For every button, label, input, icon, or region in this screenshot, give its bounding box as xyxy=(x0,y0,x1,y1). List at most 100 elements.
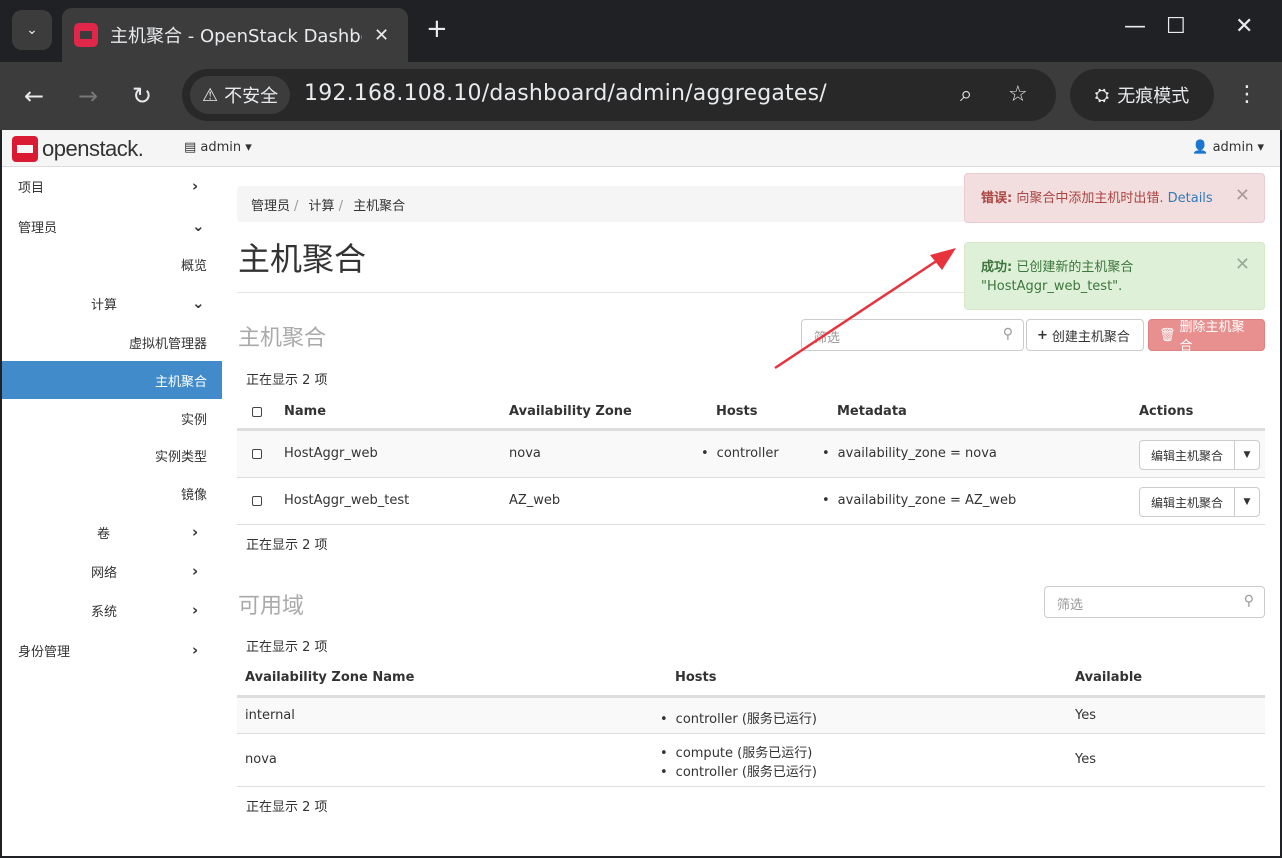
url-text[interactable]: 192.168.108.10/dashboard/admin/aggregate… xyxy=(304,81,827,106)
sidebar: 项目 › 管理员 ⌄ 概览 计算 ⌄ 虚拟机管理器 主机聚合 实例 实例类型 镜像 卷… xyxy=(2,167,222,856)
chevron-right-icon: › xyxy=(192,641,199,659)
row-checkbox[interactable] xyxy=(252,449,262,459)
aggregate-name[interactable]: HostAggr_web xyxy=(284,446,378,461)
caret-down-icon[interactable]: ▼ xyxy=(1235,488,1259,516)
close-tab-icon[interactable]: ✕ xyxy=(374,25,389,46)
table-row: HostAggr_web_test AZ_web availability_zo… xyxy=(237,477,1265,524)
breadcrumb-item[interactable]: 计算 xyxy=(309,199,335,214)
browser-menu-icon[interactable]: ⋮ xyxy=(1236,82,1258,107)
close-alert-icon[interactable]: ✕ xyxy=(1235,255,1250,274)
browser-tab-bar: ⌄ 主机聚合 - OpenStack Dashboard ✕ + — ☐ ✕ xyxy=(0,0,1282,62)
sidebar-item-label: 卷 xyxy=(97,526,111,542)
sidebar-item-label: 项目 xyxy=(18,180,45,196)
sidebar-item-instances[interactable]: 实例 xyxy=(2,399,222,437)
incognito-indicator[interactable]: ⛭ 无痕模式 xyxy=(1070,69,1214,121)
zone-available: Yes xyxy=(1075,708,1096,723)
table-bottom-divider xyxy=(237,524,1265,525)
section-heading-aggregates: 主机聚合 xyxy=(238,326,327,351)
sidebar-item-system[interactable]: 系统 › xyxy=(2,591,222,629)
address-bar[interactable]: ⚠ 不安全 192.168.108.10/dashboard/admin/agg… xyxy=(182,69,1056,121)
create-aggregate-label: 创建主机聚合 xyxy=(1051,329,1130,345)
column-header-zone-name: Availability Zone Name xyxy=(245,670,415,685)
user-dropdown[interactable]: 👤 admin ▾ xyxy=(1192,140,1264,155)
sidebar-item-admin[interactable]: 管理员 ⌄ xyxy=(2,207,222,245)
sidebar-item-images[interactable]: 镜像 xyxy=(2,474,222,512)
alert-prefix: 成功: xyxy=(981,260,1013,275)
close-window-icon[interactable]: ✕ xyxy=(1235,14,1253,39)
aggregate-zone: nova xyxy=(509,446,541,461)
table-row: HostAggr_web nova controller availabilit… xyxy=(237,430,1265,477)
new-tab-button[interactable]: + xyxy=(426,14,448,44)
project-dropdown[interactable]: ▤ admin ▾ xyxy=(184,140,252,155)
zones-filter-input[interactable]: 筛选 ⚲ xyxy=(1044,586,1265,618)
sidebar-item-label: 实例类型 xyxy=(154,449,207,465)
forward-icon[interactable]: → xyxy=(78,82,98,110)
openstack-favicon-icon xyxy=(74,23,98,47)
zones-count-top: 正在显示 2 项 xyxy=(246,640,328,655)
sidebar-item-hypervisors[interactable]: 虚拟机管理器 xyxy=(2,323,222,361)
sidebar-item-project[interactable]: 项目 › xyxy=(2,167,222,205)
top-navbar: openstack. ▤ admin ▾ 👤 admin ▾ xyxy=(2,130,1280,167)
aggregates-count-bottom: 正在显示 2 项 xyxy=(246,538,328,553)
success-alert: 成功: 已创建新的主机聚合 "HostAggr_web_test". ✕ xyxy=(964,242,1265,310)
delete-aggregate-label: 删除主机聚合 xyxy=(1179,320,1245,354)
back-icon[interactable]: ← xyxy=(24,82,44,110)
aggregate-name[interactable]: HostAggr_web_test xyxy=(284,493,409,508)
sidebar-item-label: 虚拟机管理器 xyxy=(128,336,207,352)
error-alert: 错误: 向聚合中添加主机时出错. Details ✕ xyxy=(964,173,1265,223)
column-header-hosts: Hosts xyxy=(716,404,758,419)
web-page: openstack. ▤ admin ▾ 👤 admin ▾ 项目 › 管理员 ⌄ … xyxy=(2,130,1280,856)
reload-icon[interactable]: ↻ xyxy=(132,82,152,110)
table-bottom-divider xyxy=(237,786,1265,787)
edit-aggregate-button[interactable]: 编辑主机聚合 xyxy=(1140,488,1236,516)
sidebar-item-label: 概览 xyxy=(180,258,207,274)
sidebar-item-label: 网络 xyxy=(91,565,118,581)
project-label: admin xyxy=(200,140,242,155)
row-checkbox[interactable] xyxy=(252,496,262,506)
select-all-checkbox[interactable] xyxy=(252,407,262,417)
sidebar-item-overview[interactable]: 概览 xyxy=(2,245,222,283)
aggregate-metadata: availability_zone = nova xyxy=(822,446,997,461)
maximize-icon[interactable]: ☐ xyxy=(1166,14,1186,39)
caret-down-icon[interactable]: ▼ xyxy=(1235,441,1259,469)
search-icon: ⚲ xyxy=(1002,326,1013,342)
create-aggregate-button[interactable]: + 创建主机聚合 xyxy=(1026,319,1144,351)
tab-search-button[interactable]: ⌄ xyxy=(12,10,52,50)
browser-tab[interactable]: 主机聚合 - OpenStack Dashboard ✕ xyxy=(62,8,408,62)
column-header-zone-hosts: Hosts xyxy=(675,670,717,685)
aggregate-metadata: availability_zone = AZ_web xyxy=(822,493,1017,508)
aggregate-host: controller xyxy=(701,446,779,461)
breadcrumb-item[interactable]: 管理员 xyxy=(251,199,290,214)
edit-aggregate-button[interactable]: 编辑主机聚合 xyxy=(1140,441,1236,469)
column-header-available: Available xyxy=(1075,670,1143,685)
minimize-icon[interactable]: — xyxy=(1124,14,1146,39)
sidebar-item-label: 计算 xyxy=(91,297,118,313)
zones-count-bottom: 正在显示 2 项 xyxy=(246,800,328,815)
close-alert-icon[interactable]: ✕ xyxy=(1235,186,1250,205)
logo-text: openstack. xyxy=(42,136,144,161)
trash-icon: 🗑 xyxy=(1159,327,1176,343)
openstack-logo[interactable]: openstack. xyxy=(12,136,144,162)
zone-host: controller (服务已运行) xyxy=(660,761,817,780)
alert-prefix: 错误: xyxy=(981,191,1013,206)
sidebar-item-flavors[interactable]: 实例类型 xyxy=(2,436,222,474)
sidebar-item-label: 系统 xyxy=(91,604,118,620)
security-indicator[interactable]: ⚠ 不安全 xyxy=(190,76,291,114)
sidebar-item-compute[interactable]: 计算 ⌄ xyxy=(2,284,222,322)
bookmark-star-icon[interactable]: ☆ xyxy=(1008,82,1028,107)
openstack-logo-icon xyxy=(12,136,38,162)
sidebar-item-network[interactable]: 网络 › xyxy=(2,552,222,590)
security-label: 不安全 xyxy=(224,86,279,107)
sidebar-item-label: 实例 xyxy=(180,412,207,428)
sidebar-item-volumes[interactable]: 卷 › xyxy=(2,513,222,551)
column-header-actions: Actions xyxy=(1139,404,1194,419)
zoom-icon[interactable]: ⌕ xyxy=(960,82,972,107)
incognito-icon: ⛭ xyxy=(1094,84,1110,106)
details-link[interactable]: Details xyxy=(1168,191,1213,206)
delete-aggregate-button[interactable]: 🗑 删除主机聚合 xyxy=(1148,319,1265,354)
aggregates-count-top: 正在显示 2 项 xyxy=(246,373,328,388)
tab-title: 主机聚合 - OpenStack Dashboard xyxy=(110,26,362,47)
sidebar-item-host-aggregates[interactable]: 主机聚合 xyxy=(2,361,222,399)
sidebar-item-identity[interactable]: 身份管理 › xyxy=(2,631,222,669)
chevron-down-icon: ⌄ xyxy=(26,22,38,38)
